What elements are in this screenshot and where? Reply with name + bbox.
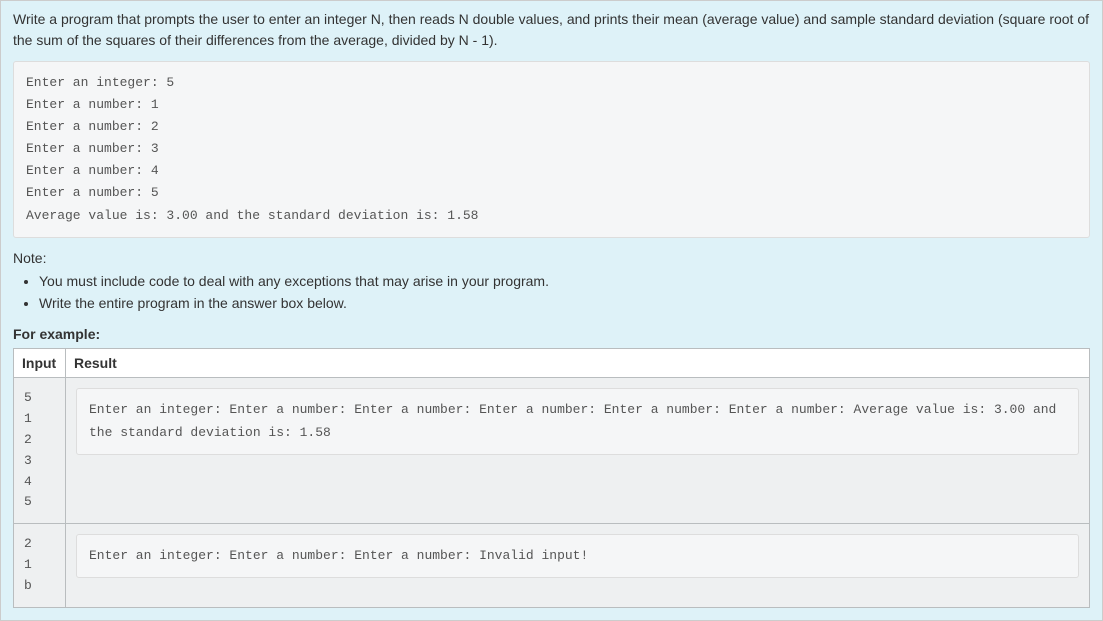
input-cell: 2 1 b xyxy=(14,524,66,607)
result-cell: Enter an integer: Enter a number: Enter … xyxy=(66,378,1090,524)
note-list: You must include code to deal with any e… xyxy=(13,270,1090,315)
example-heading: For example: xyxy=(13,326,1090,342)
input-text: 2 1 b xyxy=(24,534,55,596)
col-header-input: Input xyxy=(14,349,66,378)
result-cell: Enter an integer: Enter a number: Enter … xyxy=(66,524,1090,607)
note-item: You must include code to deal with any e… xyxy=(39,270,1090,292)
col-header-result: Result xyxy=(66,349,1090,378)
result-text: Enter an integer: Enter a number: Enter … xyxy=(76,388,1079,454)
note-item: Write the entire program in the answer b… xyxy=(39,292,1090,314)
note-heading: Note: xyxy=(13,250,1090,266)
input-text: 5 1 2 3 4 5 xyxy=(24,388,55,513)
result-text: Enter an integer: Enter a number: Enter … xyxy=(76,534,1079,578)
example-table: Input Result 5 1 2 3 4 5 Enter an intege… xyxy=(13,348,1090,607)
table-row: 2 1 b Enter an integer: Enter a number: … xyxy=(14,524,1090,607)
sample-interaction: Enter an integer: 5 Enter a number: 1 En… xyxy=(13,61,1090,238)
problem-statement: Write a program that prompts the user to… xyxy=(13,9,1090,51)
question-container: Write a program that prompts the user to… xyxy=(0,0,1103,621)
table-row: 5 1 2 3 4 5 Enter an integer: Enter a nu… xyxy=(14,378,1090,524)
input-cell: 5 1 2 3 4 5 xyxy=(14,378,66,524)
